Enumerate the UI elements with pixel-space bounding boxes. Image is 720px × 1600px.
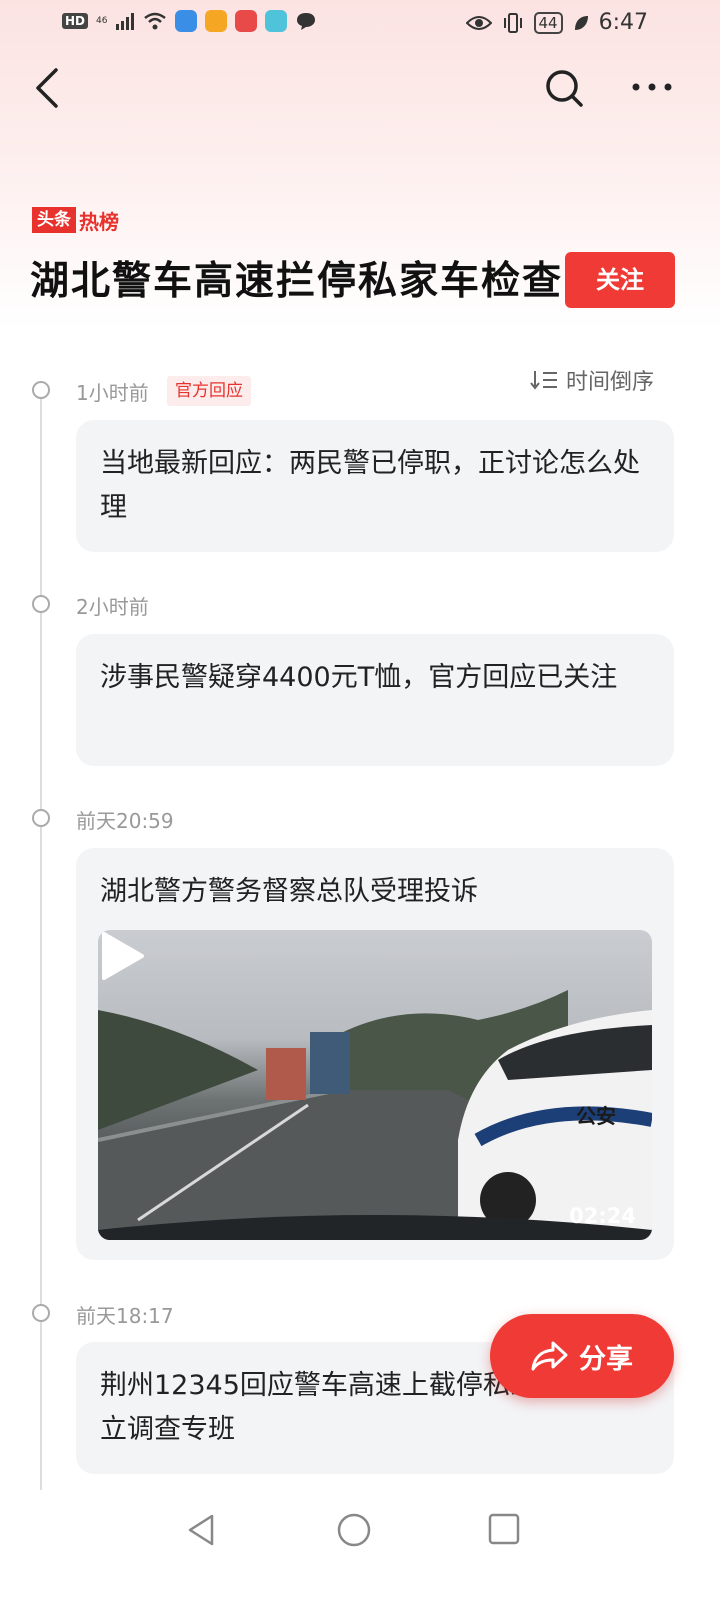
timeline-card-text: 湖北警方警务督察总队受理投诉 xyxy=(100,876,478,907)
hot-list-tag-main: 头条 xyxy=(32,207,76,233)
timeline-time: 1小时前 xyxy=(76,381,149,405)
share-button[interactable]: 分享 xyxy=(490,1314,674,1398)
share-label: 分享 xyxy=(579,1343,633,1375)
play-icon[interactable] xyxy=(98,930,146,982)
timeline-card-text: 当地最新回应：两民警已停职，正讨论怎么处理 xyxy=(100,448,640,523)
timeline-dot xyxy=(32,809,50,827)
hot-list-logo: 头条 热榜 xyxy=(32,206,119,234)
app-notify-icon xyxy=(205,10,228,32)
timeline-card[interactable]: 湖北警方警务督察总队受理投诉 公安 02:24 xyxy=(76,848,674,1260)
timeline-card-text: 涉事民警疑穿4400元T恤，官方回应已关注 xyxy=(100,662,618,693)
search-icon xyxy=(546,70,583,107)
battery-indicator: 44 xyxy=(533,11,563,34)
timeline-card[interactable]: 当地最新回应：两民警已停职，正讨论怎么处理 xyxy=(76,420,674,552)
timeline-card[interactable]: 涉事民警疑穿4400元T恤，官方回应已关注 xyxy=(76,634,674,766)
timeline-time: 前天18:17 xyxy=(76,1304,174,1328)
official-response-badge: 官方回应 xyxy=(167,376,251,406)
timeline-line xyxy=(40,398,42,1498)
back-arrow-icon xyxy=(36,68,58,108)
status-right: 44 6:47 xyxy=(465,10,648,35)
network-type: 46 xyxy=(96,16,108,26)
leaf-icon xyxy=(574,15,588,30)
app-notify-icon xyxy=(235,10,258,32)
sort-icon xyxy=(530,371,557,390)
timeline-time: 前天20:59 xyxy=(76,809,174,833)
message-icon xyxy=(297,13,316,30)
share-icon xyxy=(531,1341,568,1371)
sort-toggle[interactable]: 时间倒序 xyxy=(530,364,654,396)
back-button[interactable] xyxy=(30,64,70,112)
sort-label: 时间倒序 xyxy=(566,370,655,395)
nav-home-icon[interactable] xyxy=(336,1512,372,1548)
video-player[interactable]: 公安 02:24 xyxy=(98,930,652,1240)
app-notify-icon xyxy=(175,10,198,32)
timeline-time: 2小时前 xyxy=(76,595,149,619)
app-notify-icon xyxy=(265,10,288,32)
follow-button[interactable]: 关注 xyxy=(565,252,675,308)
video-duration: 02:24 xyxy=(569,1204,636,1228)
timeline-dot xyxy=(32,1304,50,1322)
wifi-icon xyxy=(144,12,167,30)
status-left: HD 46 xyxy=(62,10,317,32)
video-thumbnail xyxy=(98,990,652,1240)
timeline-dot xyxy=(32,595,50,613)
video-car-text: 公安 xyxy=(576,1104,616,1128)
hd-indicator: HD xyxy=(62,13,89,29)
page-title: 湖北警车高速拦停私家车检查 xyxy=(30,259,564,304)
search-button[interactable] xyxy=(544,68,584,108)
eye-icon xyxy=(465,15,492,30)
timeline-dot xyxy=(32,381,50,399)
signal-icon xyxy=(116,13,135,30)
system-nav-bar xyxy=(0,1490,720,1600)
status-bar: HD 46 44 6:47 xyxy=(0,0,720,48)
nav-recent-icon[interactable] xyxy=(487,1512,521,1546)
hot-list-tag-sub: 热榜 xyxy=(79,209,119,234)
more-button[interactable] xyxy=(630,72,674,102)
vibrate-icon xyxy=(503,12,522,33)
nav-back-icon[interactable] xyxy=(184,1512,220,1548)
more-dots-icon xyxy=(632,83,672,91)
clock: 6:47 xyxy=(598,10,648,35)
